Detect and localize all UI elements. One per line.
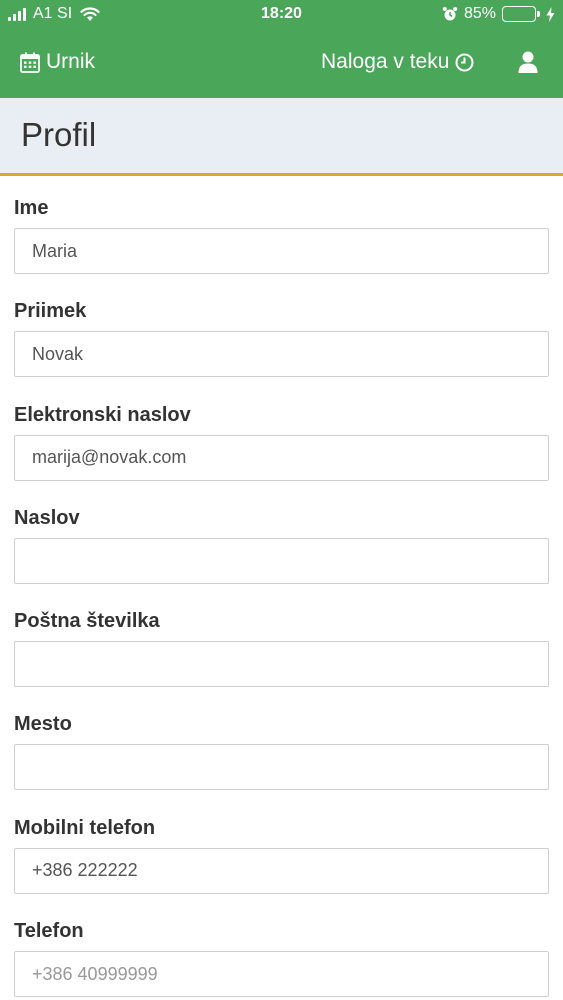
email-field-group: Elektronski naslov — [14, 403, 549, 506]
mobile-phone-input[interactable] — [14, 847, 549, 894]
postal-code-label: Poštna številka — [14, 610, 160, 633]
status-right: 85% — [442, 5, 555, 23]
address-field-group: Naslov — [14, 506, 549, 609]
status-bar: A1 SI 18:20 85% — [0, 0, 563, 30]
phone-label: Telefon — [14, 920, 84, 943]
city-field-group: Mesto — [14, 712, 549, 815]
page-header: Profil — [0, 98, 563, 176]
city-input[interactable] — [14, 744, 549, 791]
email-label: Elektronski naslov — [14, 403, 191, 426]
postal-code-field-group: Poštna številka — [14, 609, 549, 712]
mobile-phone-label: Mobilni telefon — [14, 816, 156, 839]
battery-percent: 85% — [463, 5, 496, 22]
first-name-label: Ime — [14, 197, 49, 219]
nav-schedule-link[interactable]: Urnik — [20, 50, 95, 74]
calendar-icon — [20, 52, 40, 73]
profile-form: Ime Priimek Elektronski naslov Naslov Poštna… — [14, 196, 549, 1000]
nav-tasks-in-progress-link[interactable]: Naloga v teku — [321, 50, 474, 74]
email-input[interactable] — [14, 434, 549, 481]
last-name-label: Priimek — [14, 300, 87, 323]
last-name-field-group: Priimek — [14, 299, 549, 402]
mobile-phone-field-group: Mobilni telefon — [14, 816, 549, 919]
alarm-icon — [442, 7, 458, 21]
user-icon[interactable] — [517, 50, 539, 74]
last-name-input[interactable] — [14, 331, 549, 378]
address-label: Naslov — [14, 506, 80, 529]
city-label: Mesto — [14, 713, 72, 736]
clock-icon — [455, 53, 474, 71]
postal-code-input[interactable] — [14, 641, 549, 688]
battery-icon — [502, 6, 540, 22]
address-input[interactable] — [14, 537, 549, 584]
nav-schedule-label: Urnik — [46, 50, 96, 73]
phone-input[interactable] — [14, 951, 549, 998]
charging-icon — [546, 6, 555, 22]
navbar: Urnik Naloga v teku — [0, 30, 563, 98]
phone-field-group: Telefon — [14, 919, 549, 1000]
first-name-field-group: Ime — [14, 196, 549, 299]
page-title: Profil — [21, 116, 97, 153]
first-name-input[interactable] — [14, 228, 549, 274]
nav-tasks-label: Naloga v teku — [321, 50, 450, 73]
